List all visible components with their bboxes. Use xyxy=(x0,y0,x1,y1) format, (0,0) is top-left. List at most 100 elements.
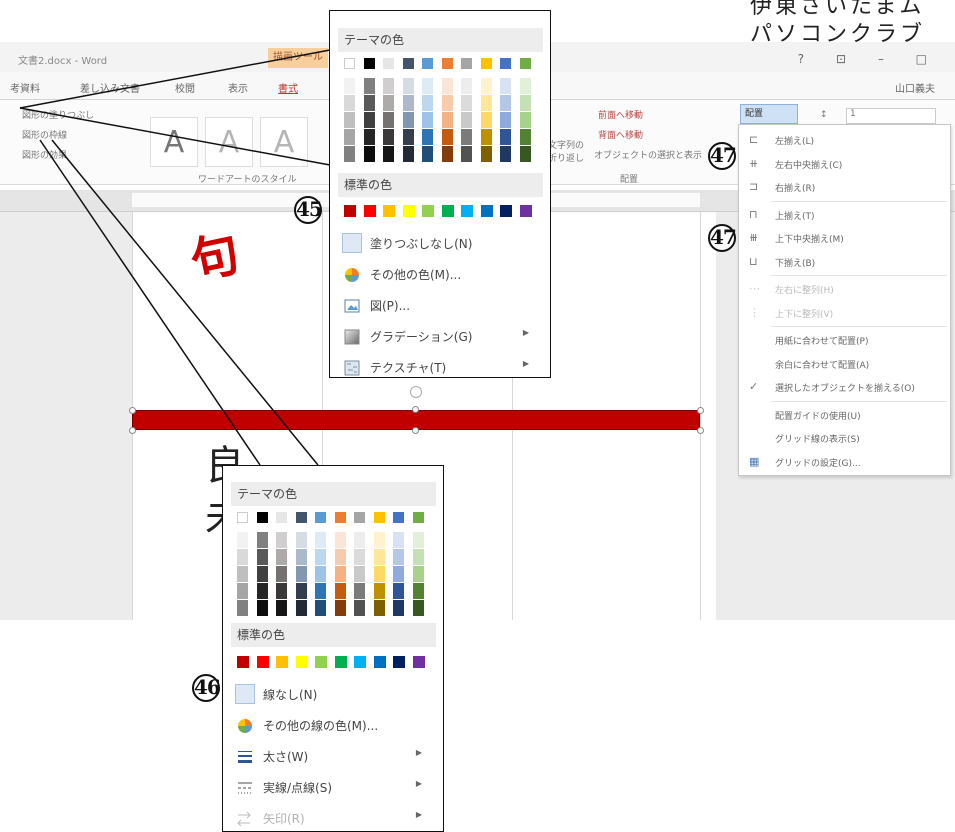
standard-color-swatch[interactable] xyxy=(480,205,493,217)
standard-color-swatch[interactable] xyxy=(344,205,356,217)
theme-color-swatch[interactable] xyxy=(354,512,365,523)
theme-color-shade[interactable] xyxy=(344,146,355,162)
theme-color-shade[interactable] xyxy=(422,129,433,145)
theme-color-shade[interactable] xyxy=(383,129,394,145)
drawing-tools-context-tab[interactable]: 描画ツール xyxy=(268,48,328,68)
resize-handle[interactable] xyxy=(697,407,704,414)
theme-color-swatch[interactable] xyxy=(237,512,248,523)
theme-color-shade[interactable] xyxy=(256,532,268,548)
theme-color-shade[interactable] xyxy=(354,549,365,565)
shape-fill-button[interactable]: 図形の塗りつぶし xyxy=(22,108,94,121)
menu-item[interactable]: 太さ(W) ▶ xyxy=(231,744,436,770)
align-menu-item[interactable]: ⧺ 左右中央揃え(C) xyxy=(739,153,950,175)
bring-forward-button[interactable]: 前面へ移動 xyxy=(598,108,643,121)
align-menu-item[interactable]: ⊏ 左揃え(L) xyxy=(739,129,950,151)
standard-color-swatch[interactable] xyxy=(422,205,434,217)
theme-color-shade[interactable] xyxy=(441,78,453,94)
resize-handle[interactable] xyxy=(697,427,704,434)
theme-color-shade[interactable] xyxy=(276,532,287,548)
window-controls[interactable]: ? ⊡ – □ xyxy=(798,52,941,66)
theme-color-shade[interactable] xyxy=(402,129,414,145)
send-backward-button[interactable]: 背面へ移動 xyxy=(598,128,643,141)
standard-color-swatch[interactable] xyxy=(441,205,454,217)
theme-color-shade[interactable] xyxy=(383,146,394,162)
menu-item[interactable]: 図(P)... xyxy=(338,293,543,319)
theme-color-shade[interactable] xyxy=(237,600,248,616)
theme-color-shade[interactable] xyxy=(393,600,404,616)
theme-color-shade[interactable] xyxy=(295,600,307,616)
theme-color-shade[interactable] xyxy=(354,532,365,548)
theme-color-shade[interactable] xyxy=(500,146,511,162)
theme-color-shade[interactable] xyxy=(519,146,531,162)
theme-color-shade[interactable] xyxy=(373,583,385,599)
theme-color-shade[interactable] xyxy=(441,129,453,145)
standard-color-swatch[interactable] xyxy=(461,205,473,217)
shape-outline-button[interactable]: 図形の枠線 xyxy=(22,128,67,141)
align-button[interactable]: 配置 xyxy=(740,104,798,124)
theme-color-shade[interactable] xyxy=(363,146,375,162)
standard-color-swatch[interactable] xyxy=(363,205,376,217)
theme-color-shade[interactable] xyxy=(276,549,287,565)
theme-color-swatch[interactable] xyxy=(480,58,492,69)
theme-color-shade[interactable] xyxy=(461,146,472,162)
theme-color-shade[interactable] xyxy=(402,95,414,111)
theme-color-shade[interactable] xyxy=(393,549,404,565)
standard-color-swatch[interactable] xyxy=(295,656,308,668)
theme-color-shade[interactable] xyxy=(422,78,433,94)
theme-color-shade[interactable] xyxy=(354,583,365,599)
tab-review[interactable]: 校閲 xyxy=(175,80,195,95)
theme-color-shade[interactable] xyxy=(354,566,365,582)
theme-color-shade[interactable] xyxy=(441,95,453,111)
theme-color-swatch[interactable] xyxy=(422,58,433,69)
theme-color-shade[interactable] xyxy=(480,146,492,162)
theme-color-shade[interactable] xyxy=(363,112,375,128)
theme-color-shade[interactable] xyxy=(354,600,365,616)
theme-color-shade[interactable] xyxy=(276,600,287,616)
standard-color-swatch[interactable] xyxy=(334,656,347,668)
theme-color-swatch[interactable] xyxy=(363,58,375,69)
resize-handle[interactable] xyxy=(129,427,136,434)
theme-color-shade[interactable] xyxy=(383,95,394,111)
theme-color-shade[interactable] xyxy=(461,112,472,128)
theme-color-shade[interactable] xyxy=(393,583,404,599)
theme-color-shade[interactable] xyxy=(363,78,375,94)
theme-color-shade[interactable] xyxy=(402,78,414,94)
theme-color-shade[interactable] xyxy=(295,532,307,548)
wordart-style-2[interactable]: A xyxy=(205,117,253,167)
theme-color-shade[interactable] xyxy=(422,112,433,128)
wordart-style-1[interactable]: A xyxy=(150,117,198,167)
theme-color-shade[interactable] xyxy=(441,112,453,128)
menu-item[interactable]: 実線/点線(S) ▶ xyxy=(231,775,436,801)
theme-color-shade[interactable] xyxy=(461,129,472,145)
standard-color-swatch[interactable] xyxy=(315,656,327,668)
theme-color-shade[interactable] xyxy=(276,583,287,599)
theme-color-swatch[interactable] xyxy=(344,58,355,69)
theme-color-shade[interactable] xyxy=(295,549,307,565)
align-menu-item[interactable]: ▦ グリッドの設定(G)... xyxy=(739,451,950,473)
theme-color-shade[interactable] xyxy=(422,95,433,111)
menu-item[interactable]: グラデーション(G) ▶ xyxy=(338,324,543,350)
theme-color-shade[interactable] xyxy=(315,600,326,616)
theme-color-shade[interactable] xyxy=(363,95,375,111)
resize-handle[interactable] xyxy=(129,407,136,414)
standard-color-swatch[interactable] xyxy=(500,205,512,217)
theme-color-swatch[interactable] xyxy=(393,512,404,523)
theme-color-shade[interactable] xyxy=(373,532,385,548)
standard-color-swatch[interactable] xyxy=(393,656,405,668)
theme-color-shade[interactable] xyxy=(480,95,492,111)
wrap-text-button[interactable]: 文字列の折り返し xyxy=(548,138,588,164)
tab-view[interactable]: 表示 xyxy=(228,80,248,95)
theme-color-shade[interactable] xyxy=(344,95,355,111)
theme-color-shade[interactable] xyxy=(237,549,248,565)
theme-color-shade[interactable] xyxy=(334,566,346,582)
theme-color-swatch[interactable] xyxy=(383,58,394,69)
align-menu-item[interactable]: グリッド線の表示(S) xyxy=(739,427,950,449)
theme-color-swatch[interactable] xyxy=(412,512,424,523)
theme-color-shade[interactable] xyxy=(393,566,404,582)
theme-color-shade[interactable] xyxy=(295,566,307,582)
theme-color-shade[interactable] xyxy=(412,583,424,599)
theme-color-shade[interactable] xyxy=(519,129,531,145)
theme-color-shade[interactable] xyxy=(295,583,307,599)
tab-mailings[interactable]: 差し込み文書 xyxy=(80,80,140,95)
menu-item[interactable]: テクスチャ(T) ▶ xyxy=(338,355,543,381)
